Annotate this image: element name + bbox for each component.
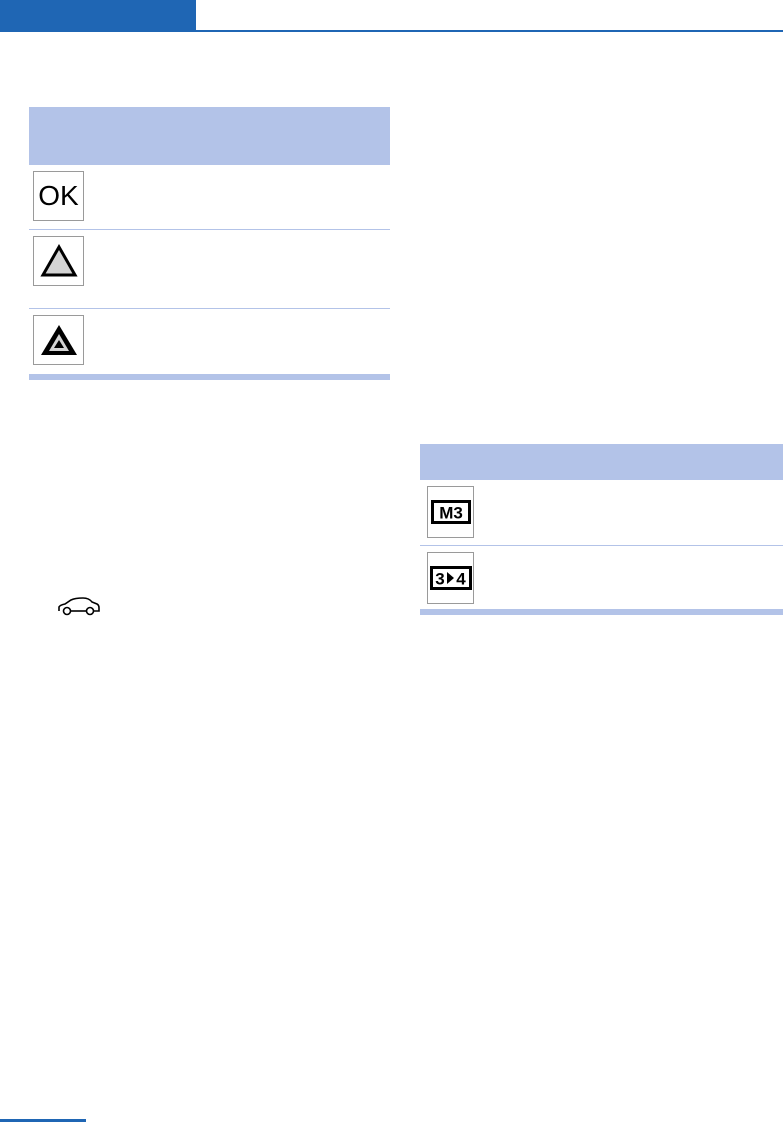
table-row: 3 4 bbox=[420, 546, 783, 610]
m3-icon-label: M3 bbox=[439, 504, 463, 523]
manual-gear-m3-icon: M3 bbox=[427, 486, 474, 538]
table-row bbox=[29, 230, 390, 309]
car-icon bbox=[58, 597, 100, 616]
table-header bbox=[29, 107, 390, 165]
header-rule bbox=[196, 30, 783, 32]
table-row: OK bbox=[29, 165, 390, 230]
ok-icon-label: OK bbox=[38, 180, 79, 211]
gear-to-label: 4 bbox=[456, 570, 466, 589]
table-row bbox=[29, 309, 390, 375]
table-end-rule bbox=[420, 610, 783, 615]
table-header bbox=[420, 444, 783, 480]
ok-icon: OK bbox=[33, 171, 84, 221]
table-end-rule bbox=[29, 375, 390, 380]
gear-shift-3-to-4-icon: 3 4 bbox=[427, 552, 474, 604]
gear-from-label: 3 bbox=[435, 570, 444, 589]
warning-triangle-outline-icon bbox=[33, 236, 84, 286]
header-tab bbox=[0, 0, 196, 32]
status-symbols-table: OK bbox=[29, 107, 390, 380]
warning-triangle-filled-icon bbox=[33, 315, 84, 365]
gear-display-table: M3 3 4 bbox=[420, 444, 783, 615]
table-row: M3 bbox=[420, 480, 783, 546]
